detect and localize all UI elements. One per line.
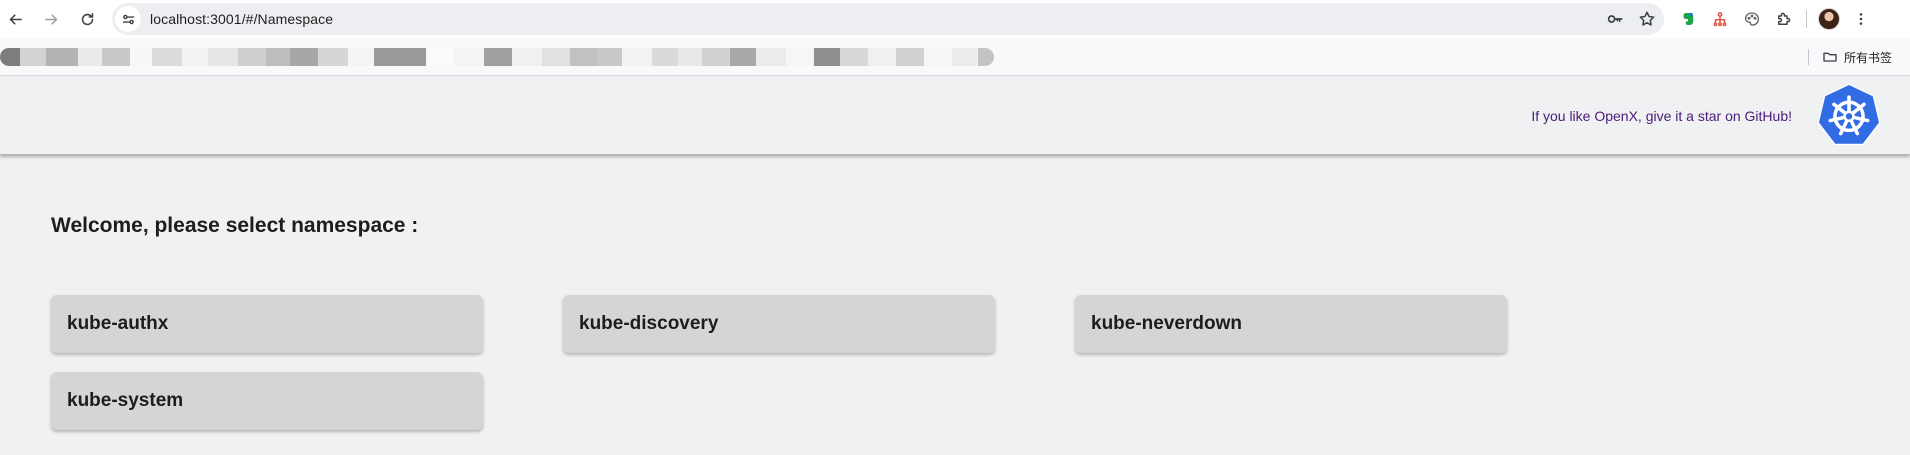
- browser-toolbar: localhost:3001/#/Namespace: [0, 0, 1910, 38]
- extensions-button[interactable]: [1768, 4, 1800, 34]
- gray-extension[interactable]: [1736, 4, 1768, 34]
- profile-button[interactable]: [1813, 4, 1845, 34]
- all-bookmarks-button[interactable]: 所有书签: [1822, 47, 1892, 67]
- star-icon[interactable]: [1638, 10, 1656, 28]
- browser-menu-button[interactable]: [1845, 4, 1877, 34]
- avatar: [1818, 8, 1840, 30]
- namespace-card-kube-discovery[interactable]: kube-discovery: [563, 295, 995, 353]
- bookmarks-divider: [1808, 49, 1809, 65]
- evernote-extension[interactable]: [1672, 4, 1704, 34]
- arrow-right-icon: [44, 13, 57, 25]
- kubernetes-logo[interactable]: [1816, 83, 1882, 147]
- forward-button[interactable]: [36, 4, 66, 34]
- toolbar-divider: [1806, 10, 1807, 28]
- reload-button[interactable]: [72, 4, 102, 34]
- key-icon[interactable]: [1606, 10, 1624, 28]
- reload-icon: [81, 12, 93, 25]
- url-text[interactable]: localhost:3001/#/Namespace: [150, 11, 333, 27]
- app-header: If you like OpenX, give it a star on Git…: [0, 77, 1910, 155]
- bookmarks-bar: 所有书签: [0, 38, 1910, 76]
- folder-icon: [1823, 52, 1837, 62]
- vertical-dots-icon: [1859, 13, 1863, 25]
- namespace-card-kube-neverdown[interactable]: kube-neverdown: [1075, 295, 1507, 353]
- arrow-left-icon: [9, 13, 22, 25]
- tree-icon: [1713, 12, 1727, 27]
- evernote-icon: [1683, 12, 1694, 25]
- back-button[interactable]: [0, 4, 30, 34]
- namespace-card-kube-system[interactable]: kube-system: [51, 372, 483, 430]
- tune-icon: [122, 14, 134, 24]
- address-bar-actions: [1606, 3, 1656, 35]
- page-title: Welcome, please select namespace :: [51, 214, 419, 237]
- puzzle-icon: [1778, 12, 1791, 25]
- all-bookmarks-label: 所有书签: [1844, 50, 1893, 65]
- blurred-bookmarks: [0, 48, 1154, 66]
- extensions-area: [1672, 4, 1877, 34]
- site-info-button[interactable]: [115, 6, 141, 32]
- red-extension[interactable]: [1704, 4, 1736, 34]
- address-bar[interactable]: localhost:3001/#/Namespace: [112, 3, 1664, 35]
- github-star-link[interactable]: If you like OpenX, give it a star on Git…: [1531, 108, 1792, 124]
- namespace-card-kube-authx[interactable]: kube-authx: [51, 295, 483, 353]
- palette-icon: [1744, 12, 1760, 26]
